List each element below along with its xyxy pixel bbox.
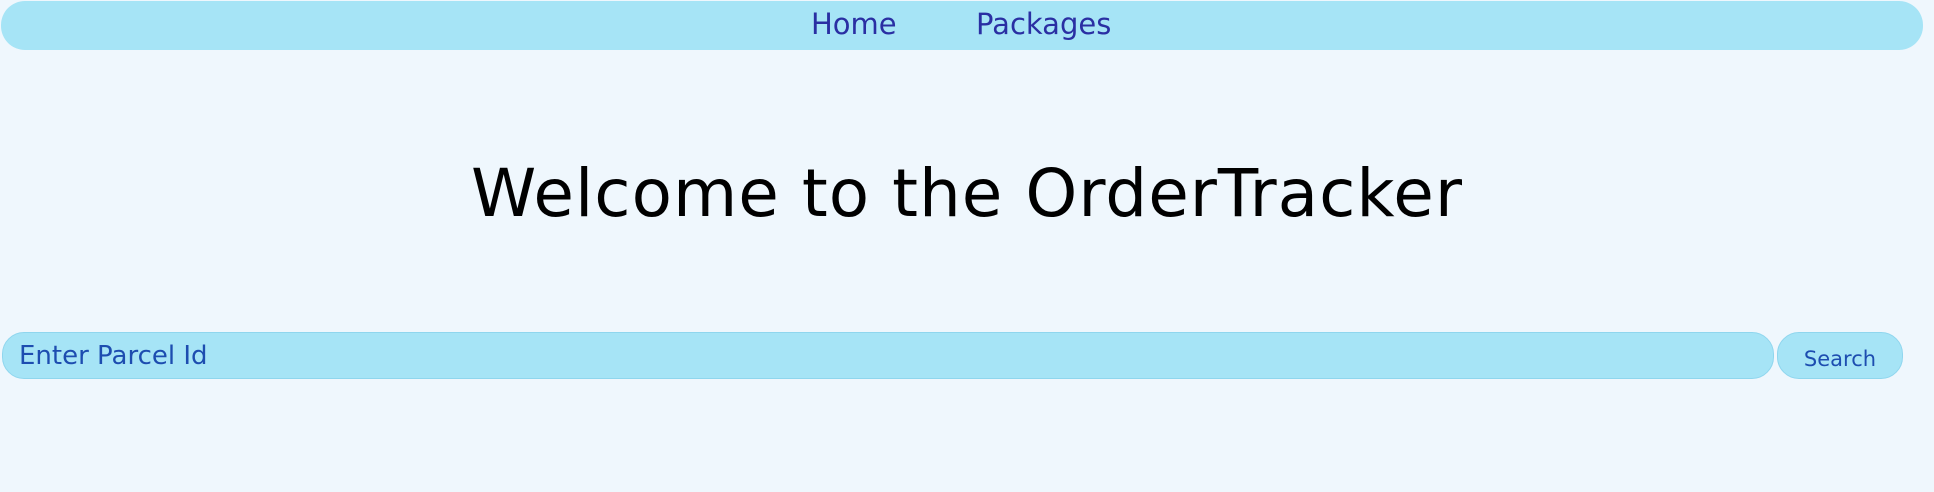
nav-link-packages[interactable]: Packages [976, 6, 1111, 42]
parcel-id-input[interactable] [2, 332, 1774, 379]
search-button[interactable]: Search [1777, 332, 1903, 379]
nav-link-home[interactable]: Home [811, 6, 897, 42]
top-navbar: Home Packages [1, 1, 1923, 50]
page-title: Welcome to the OrderTracker [470, 155, 1464, 232]
